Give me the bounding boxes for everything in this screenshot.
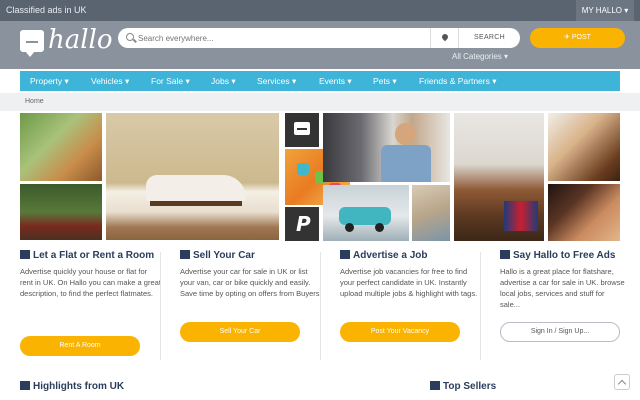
- hallo-logo-tile: [285, 113, 319, 147]
- nav-item-services[interactable]: Services ▾: [257, 71, 296, 91]
- breadcrumb-home[interactable]: Home: [25, 98, 44, 105]
- photo-cowboy-boots: [548, 113, 620, 181]
- rent-a-room-button[interactable]: Rent A Room: [20, 336, 140, 356]
- nav-item-property[interactable]: Property ▾: [30, 71, 69, 91]
- header: hallo SEARCH ✈ POST All Categories ▾: [0, 21, 640, 69]
- all-categories-dropdown[interactable]: All Categories ▾: [452, 52, 508, 61]
- send-icon: [500, 250, 510, 259]
- highlights-heading: Highlights from UK: [20, 381, 124, 392]
- feature-title-car: Sell Your Car: [180, 250, 322, 262]
- nav-item-vehicles[interactable]: Vehicles ▾: [91, 71, 129, 91]
- my-account-menu[interactable]: MY HALLO ▾: [576, 0, 634, 21]
- search-button[interactable]: SEARCH: [458, 28, 520, 48]
- post-vacancy-button[interactable]: Post Your Vacancy: [340, 322, 460, 342]
- feature-title-job: Advertise a Job: [340, 250, 482, 262]
- photo-spa-woman: [548, 184, 620, 241]
- photo-shoes: [412, 185, 450, 241]
- feature-column-hallo: Say Hallo to Free Ads Hallo is a great p…: [500, 250, 625, 310]
- post-ad-button[interactable]: ✈ POST: [530, 28, 625, 48]
- search-bar: SEARCH: [118, 28, 520, 48]
- sell-your-car-button[interactable]: Sell Your Car: [180, 322, 300, 342]
- nav-item-events[interactable]: Events ▾: [319, 71, 352, 91]
- photo-basket-guitar: [20, 113, 102, 181]
- search-icon: [126, 33, 134, 41]
- speech-bubble-icon: [20, 30, 44, 57]
- feature-column-rent: Let a Flat or Rent a Room Advertise quic…: [20, 250, 162, 299]
- paypal-logo-tile: P: [285, 207, 319, 241]
- scroll-to-top-button[interactable]: [614, 374, 630, 390]
- photo-tailor-man: [323, 113, 450, 182]
- site-tagline: Classified ads in UK: [6, 5, 87, 15]
- car-icon: [180, 250, 190, 259]
- location-button[interactable]: [430, 28, 458, 48]
- thumbs-up-icon: [20, 381, 30, 390]
- column-divider: [480, 252, 481, 360]
- photo-motorbike: [20, 184, 102, 240]
- briefcase-icon: [340, 250, 350, 259]
- search-input[interactable]: [138, 31, 418, 45]
- logo-text: hallo: [48, 25, 113, 55]
- sign-in-button[interactable]: Sign In / Sign Up...: [500, 322, 620, 342]
- photo-toy-car: [323, 185, 409, 241]
- nav-item-friends-partners[interactable]: Friends & Partners ▾: [419, 71, 497, 91]
- nav-item-jobs[interactable]: Jobs ▾: [211, 71, 236, 91]
- column-divider: [160, 252, 161, 360]
- category-nav: Property ▾ Vehicles ▾ For Sale ▾ Jobs ▾ …: [20, 71, 620, 91]
- photo-bags-chair: [454, 113, 544, 241]
- top-bar: Classified ads in UK MY HALLO ▾: [0, 0, 640, 21]
- nav-item-for-sale[interactable]: For Sale ▾: [151, 71, 190, 91]
- feature-body-job: Advertise job vacancies for free to find…: [340, 267, 478, 298]
- nav-item-pets[interactable]: Pets ▾: [373, 71, 397, 91]
- photo-chaise-longue: [106, 113, 279, 240]
- feature-body-hallo: Hallo is a great place for flatshare, ad…: [500, 267, 625, 309]
- breadcrumb: Home: [0, 93, 640, 111]
- feature-column-job: Advertise a Job Advertise job vacancies …: [340, 250, 482, 299]
- column-divider: [320, 252, 321, 360]
- feature-body-car: Advertise your car for sale in UK or lis…: [180, 267, 322, 298]
- top-sellers-heading: Top Sellers: [430, 381, 496, 392]
- megaphone-icon: [430, 381, 440, 390]
- home-icon: [20, 250, 30, 259]
- feature-title-rent: Let a Flat or Rent a Room: [20, 250, 162, 262]
- feature-body-rent: Advertise quickly your house or flat for…: [20, 267, 161, 298]
- feature-column-car: Sell Your Car Advertise your car for sal…: [180, 250, 322, 299]
- map-pin-icon: [440, 32, 450, 42]
- feature-title-hallo: Say Hallo to Free Ads: [500, 250, 625, 262]
